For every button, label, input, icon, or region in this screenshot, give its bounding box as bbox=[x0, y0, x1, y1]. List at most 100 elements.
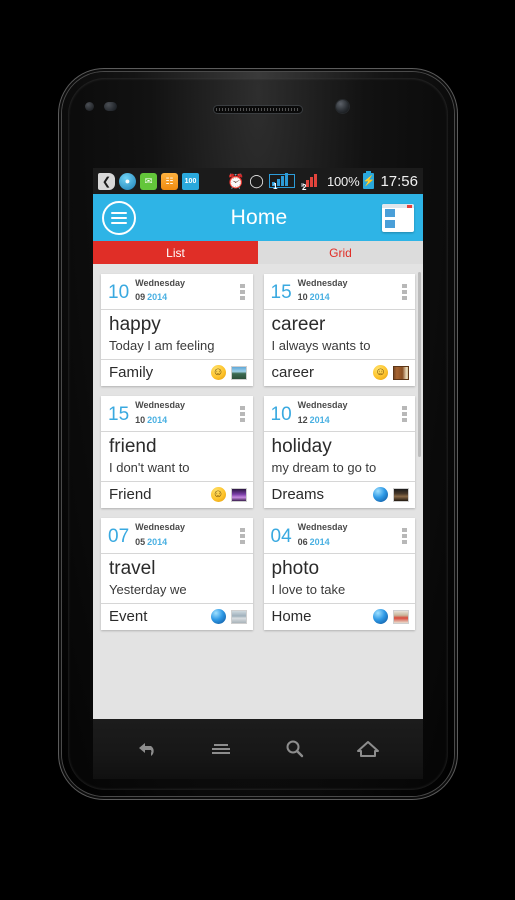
view-tabs: List Grid bbox=[93, 241, 423, 264]
card-overflow-menu-icon[interactable] bbox=[400, 527, 409, 545]
entry-thumbnail bbox=[230, 609, 247, 624]
entry-thumbnail bbox=[393, 609, 409, 624]
blue-sphere-icon bbox=[373, 487, 388, 503]
clock-time: 17:56 bbox=[380, 172, 418, 190]
battery-saver-icon: 100 bbox=[182, 172, 199, 190]
proximity-sensor-icon bbox=[85, 102, 94, 111]
card-overflow-menu-icon[interactable] bbox=[400, 405, 409, 423]
card-overflow-menu-icon[interactable] bbox=[238, 283, 247, 301]
menu-button[interactable] bbox=[200, 732, 242, 766]
entry-category: Family bbox=[109, 364, 154, 382]
entry-date-group: Wednesday 10 2014 bbox=[297, 278, 400, 305]
home-button[interactable] bbox=[347, 732, 389, 766]
layout-view-icon[interactable] bbox=[382, 203, 414, 232]
entry-thumbnail bbox=[230, 487, 247, 502]
entry-date-group: Wednesday 12 2014 bbox=[297, 400, 400, 427]
card-overflow-menu-icon[interactable] bbox=[238, 527, 247, 545]
entry-subtitle: I love to take bbox=[263, 582, 415, 605]
smiley-icon: ☺ bbox=[210, 487, 226, 503]
entry-weekday: Wednesday bbox=[297, 400, 348, 411]
entry-weekday: Wednesday bbox=[297, 522, 348, 533]
sms-notification-icon: ✉ bbox=[140, 172, 157, 190]
smiley-icon: ☺ bbox=[210, 365, 226, 381]
hamburger-menu-icon[interactable] bbox=[102, 200, 136, 235]
entry-title: holiday bbox=[271, 436, 332, 458]
wifi-icon: ◯ bbox=[249, 173, 264, 188]
back-notification-icon: ❮ bbox=[98, 172, 115, 190]
entry-day: 15 bbox=[108, 403, 130, 425]
entry-year: 2014 bbox=[309, 536, 330, 547]
card-footer: career ☺ bbox=[264, 360, 416, 386]
entry-card[interactable]: 04 Wednesday 06 2014 photo I love to take… bbox=[263, 518, 416, 631]
entry-day: 10 bbox=[108, 281, 130, 303]
entry-day: 07 bbox=[108, 525, 130, 547]
entry-card[interactable]: 07 Wednesday 05 2014 travel Yesterday we … bbox=[101, 518, 253, 631]
entries-grid: 10 Wednesday 09 2014 happy Today I am fee… bbox=[101, 274, 416, 631]
entry-day: 15 bbox=[270, 281, 292, 303]
sim2-signal-icon: 2 bbox=[299, 174, 323, 192]
card-header: 10 Wednesday 09 2014 bbox=[101, 274, 253, 311]
news-notification-icon: ☷ bbox=[161, 172, 178, 190]
search-button[interactable] bbox=[274, 732, 316, 766]
entry-weekday: Wednesday bbox=[135, 278, 185, 288]
entry-date-group: Wednesday 05 2014 bbox=[135, 522, 237, 549]
entry-card[interactable]: 15 Wednesday 10 2014 career I always want… bbox=[263, 274, 416, 387]
battery-percent: 100% bbox=[327, 173, 360, 189]
entry-year: 2014 bbox=[147, 414, 168, 425]
card-footer: Family ☺ bbox=[101, 360, 253, 386]
sim1-label: 1 bbox=[272, 182, 278, 191]
entry-month: 06 bbox=[297, 536, 308, 547]
alarm-icon: ⏰ bbox=[227, 172, 245, 189]
status-bar: ❮ ● ✉ ☷ 100 ⏰ ◯ 1 2 100% ⚡ 17:56 bbox=[93, 168, 423, 194]
entry-category: career bbox=[271, 364, 315, 382]
entry-weekday: Wednesday bbox=[135, 400, 185, 411]
sim1-signal-icon: 1 bbox=[269, 173, 295, 191]
front-camera-icon bbox=[336, 100, 349, 113]
blue-sphere-icon bbox=[373, 609, 388, 625]
tab-list[interactable]: List bbox=[93, 241, 258, 264]
card-footer: Dreams bbox=[264, 482, 416, 508]
layout-icon-lines bbox=[398, 209, 411, 229]
entry-card[interactable]: 15 Wednesday 10 2014 friend I don't want … bbox=[101, 396, 253, 509]
entry-subtitle: my dream to go to bbox=[263, 460, 415, 483]
entries-container: 10 Wednesday 09 2014 happy Today I am fee… bbox=[93, 264, 423, 719]
entry-thumbnail bbox=[393, 365, 409, 380]
card-header: 10 Wednesday 12 2014 bbox=[263, 396, 415, 433]
back-button[interactable] bbox=[127, 732, 169, 766]
entry-category: Event bbox=[109, 608, 148, 626]
entry-title: career bbox=[271, 314, 326, 336]
tab-grid[interactable]: Grid bbox=[258, 241, 423, 264]
entry-weekday: Wednesday bbox=[297, 278, 348, 288]
entry-day: 10 bbox=[270, 403, 292, 425]
entry-subtitle: I don't want to bbox=[101, 460, 253, 483]
entry-category: Home bbox=[271, 608, 312, 626]
entry-weekday: Wednesday bbox=[135, 522, 185, 533]
entry-title: happy bbox=[109, 314, 161, 336]
entry-title: photo bbox=[271, 558, 320, 580]
app-bar: Home bbox=[93, 194, 423, 241]
entry-subtitle: I always wants to bbox=[263, 338, 415, 361]
card-overflow-menu-icon[interactable] bbox=[400, 283, 409, 301]
card-header: 07 Wednesday 05 2014 bbox=[101, 518, 253, 555]
card-footer: Home bbox=[264, 604, 416, 630]
card-header: 04 Wednesday 06 2014 bbox=[263, 518, 415, 555]
entry-category: Dreams bbox=[271, 486, 325, 504]
entry-card[interactable]: 10 Wednesday 09 2014 happy Today I am fee… bbox=[101, 274, 253, 387]
entry-month: 05 bbox=[135, 536, 146, 547]
entry-date-group: Wednesday 06 2014 bbox=[297, 522, 400, 549]
entry-category: Friend bbox=[109, 486, 152, 504]
entry-card[interactable]: 10 Wednesday 12 2014 holiday my dream to … bbox=[263, 396, 416, 509]
page-title: Home bbox=[230, 205, 288, 229]
card-footer: Event bbox=[101, 604, 253, 630]
phone-screen: ❮ ● ✉ ☷ 100 ⏰ ◯ 1 2 100% ⚡ 17:56 Home Li… bbox=[93, 168, 423, 719]
entry-subtitle: Yesterday we bbox=[101, 582, 253, 605]
entry-day: 04 bbox=[270, 525, 292, 547]
card-overflow-menu-icon[interactable] bbox=[238, 405, 247, 423]
vertical-scrollbar[interactable] bbox=[418, 272, 421, 457]
entry-month: 10 bbox=[135, 414, 146, 425]
entry-date-group: Wednesday 09 2014 bbox=[135, 278, 237, 305]
entry-year: 2014 bbox=[309, 414, 330, 425]
entry-date-group: Wednesday 10 2014 bbox=[135, 400, 237, 427]
entry-month: 09 bbox=[135, 292, 146, 303]
entry-title: travel bbox=[109, 558, 156, 580]
